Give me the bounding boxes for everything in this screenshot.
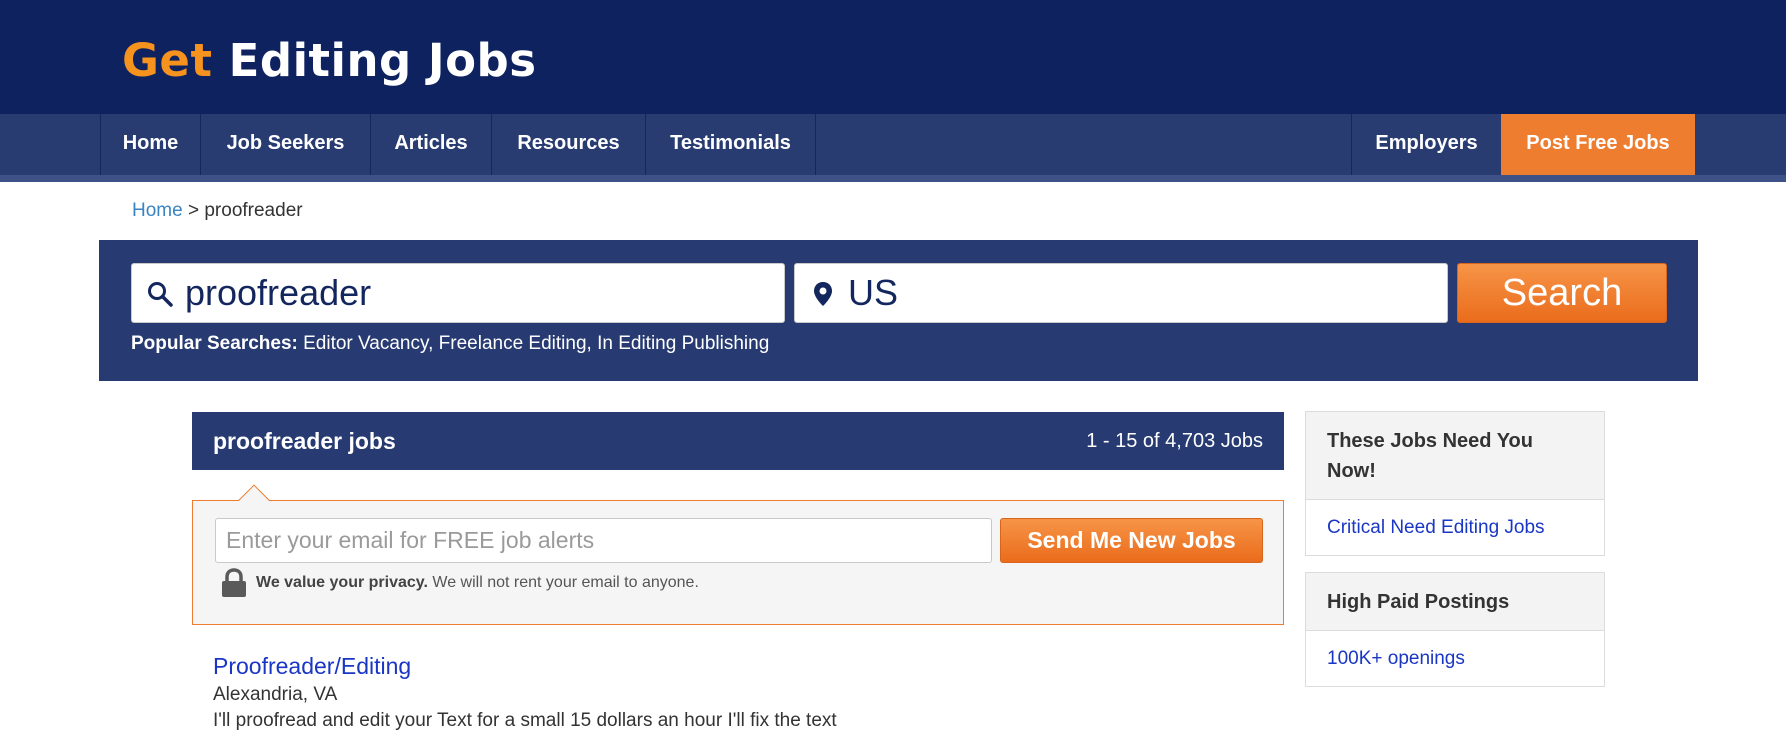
keyword-value: proofreader — [185, 272, 372, 313]
job-listing: Proofreader/Editing Alexandria, VA I'll … — [213, 652, 1273, 734]
breadcrumb-separator: > — [187, 200, 200, 221]
location-search-input[interactable]: US — [794, 263, 1448, 323]
breadcrumb-current: proofreader — [204, 200, 303, 221]
job-title-link[interactable]: Proofreader/Editing — [213, 652, 1273, 680]
site-logo[interactable]: Get Editing Jobs — [122, 34, 537, 87]
popular-searches-label: Popular Searches: — [131, 333, 298, 354]
popular-searches: Popular Searches: Editor Vacancy, Freela… — [131, 333, 770, 354]
nav-job-seekers[interactable]: Job Seekers — [200, 114, 371, 175]
privacy-text: We value your privacy. We will not rent … — [256, 574, 699, 592]
sidebar-card-high-paid: High Paid Postings 100K+ openings — [1305, 572, 1605, 687]
site-header: Get Editing Jobs — [0, 0, 1786, 114]
results-count: 1 - 15 of 4,703 Jobs — [1086, 430, 1263, 452]
nav-employers[interactable]: Employers — [1351, 114, 1502, 175]
send-me-new-jobs-button[interactable]: Send Me New Jobs — [1000, 518, 1263, 563]
popular-search-link[interactable]: Editor Vacancy — [303, 333, 428, 354]
breadcrumb: Home > proofreader — [132, 200, 303, 222]
high-paid-openings-link[interactable]: 100K+ openings — [1306, 631, 1604, 686]
nav-post-free-jobs[interactable]: Post Free Jobs — [1501, 114, 1695, 175]
sidebar-card-heading: These Jobs Need You Now! — [1306, 412, 1604, 500]
email-alert-input[interactable] — [215, 518, 992, 563]
sidebar-card-heading: High Paid Postings — [1306, 573, 1604, 631]
popular-search-link[interactable]: In Editing Publishing — [597, 333, 769, 354]
logo-get: Get — [122, 34, 213, 87]
nav-testimonials[interactable]: Testimonials — [645, 114, 816, 175]
job-snippet: I'll proofread and edit your Text for a … — [213, 710, 837, 731]
search-icon — [148, 282, 173, 307]
critical-need-jobs-link[interactable]: Critical Need Editing Jobs — [1306, 500, 1604, 555]
job-alert-box: Send Me New Jobs We value your privacy. … — [192, 484, 1284, 625]
popular-search-link[interactable]: Freelance Editing — [439, 333, 587, 354]
privacy-strong: We value your privacy. — [256, 574, 428, 591]
sidebar-card-need-you: These Jobs Need You Now! Critical Need E… — [1305, 411, 1605, 556]
keyword-search-input[interactable]: proofreader — [131, 263, 785, 323]
map-pin-icon — [814, 282, 832, 306]
alert-notch — [238, 484, 270, 516]
breadcrumb-home-link[interactable]: Home — [132, 200, 183, 221]
nav-home[interactable]: Home — [100, 114, 201, 175]
search-panel: proofreader US Search Popular Searches: … — [99, 240, 1698, 381]
nav-resources[interactable]: Resources — [491, 114, 646, 175]
logo-editing-jobs: Editing Jobs — [228, 34, 537, 87]
job-location: Alexandria, VA — [213, 684, 338, 705]
nav-articles[interactable]: Articles — [370, 114, 492, 175]
results-title: proofreader jobs — [213, 428, 396, 454]
lock-icon — [222, 568, 246, 597]
privacy-rest: We will not rent your email to anyone. — [432, 574, 699, 591]
search-button[interactable]: Search — [1457, 263, 1667, 323]
results-header: proofreader jobs 1 - 15 of 4,703 Jobs — [192, 412, 1284, 470]
main-nav: Home Job Seekers Articles Resources Test… — [0, 114, 1786, 182]
location-value: US — [848, 272, 899, 313]
